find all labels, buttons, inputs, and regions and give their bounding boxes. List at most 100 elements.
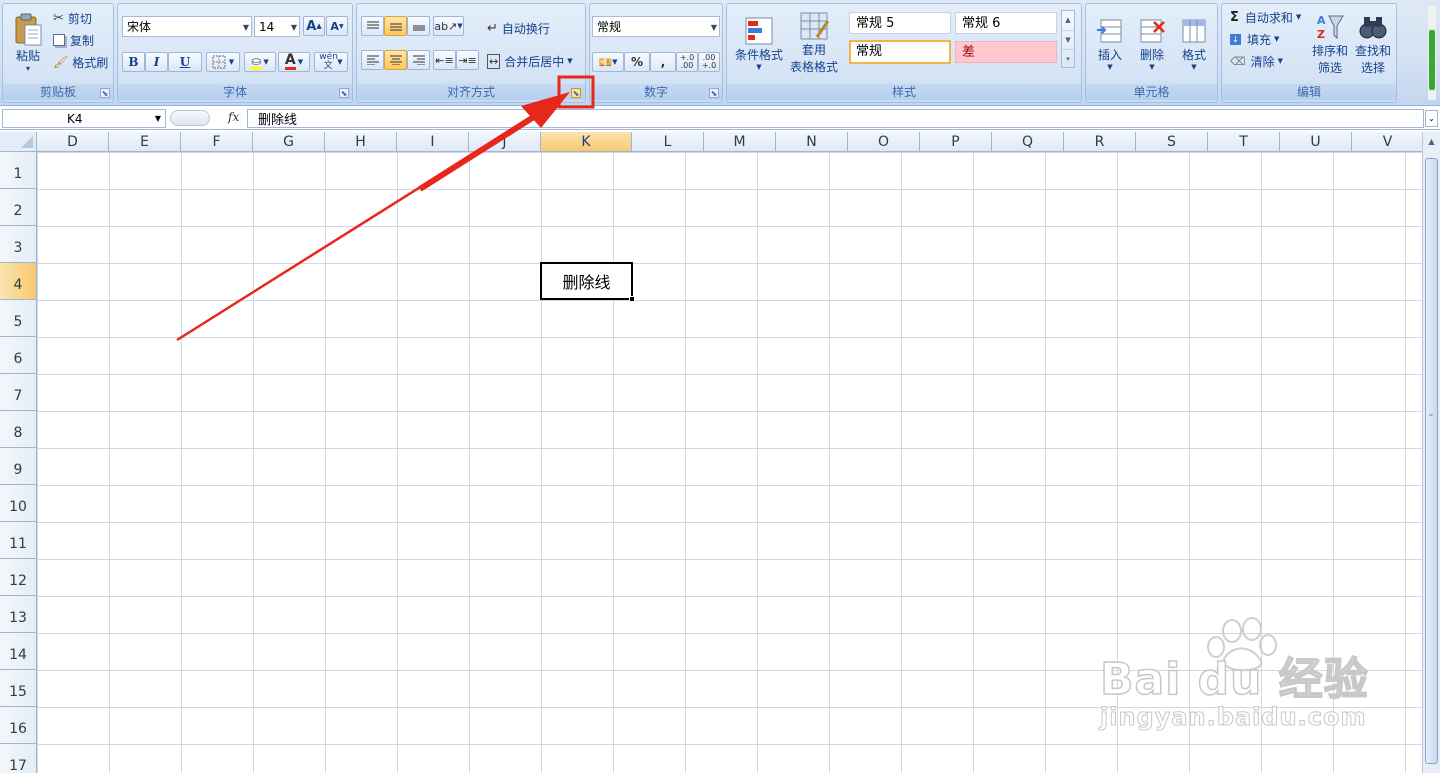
formula-expand-icon[interactable]: ⌄ bbox=[1425, 110, 1438, 127]
conditional-format-button[interactable]: 条件格式 ▼ bbox=[731, 8, 787, 78]
align-middle-button[interactable] bbox=[384, 16, 407, 36]
comma-button[interactable]: , bbox=[650, 52, 676, 72]
row-header-13[interactable]: 13 bbox=[0, 596, 37, 633]
scrollbar-thumb[interactable]: ═ bbox=[1425, 158, 1438, 764]
format-painter-button[interactable]: 🖌 格式刷 bbox=[53, 53, 108, 71]
row-header-4[interactable]: 4 bbox=[0, 263, 37, 300]
column-header-u[interactable]: U bbox=[1280, 132, 1352, 152]
column-header-d[interactable]: D bbox=[37, 132, 109, 152]
name-box[interactable]: K4 ▼ bbox=[2, 109, 166, 128]
chevron-down-icon[interactable]: ▼ bbox=[155, 114, 161, 123]
column-header-l[interactable]: L bbox=[632, 132, 704, 152]
format-as-table-button[interactable]: 套用 表格格式 bbox=[783, 8, 845, 78]
row-header-9[interactable]: 9 bbox=[0, 448, 37, 485]
style-bad[interactable]: 差 bbox=[955, 41, 1057, 63]
fill-button[interactable]: ↓ 填充 ▼ bbox=[1230, 30, 1279, 48]
decrease-decimal-button[interactable]: .00 +.0 bbox=[698, 52, 720, 72]
column-header-f[interactable]: F bbox=[181, 132, 253, 152]
column-header-i[interactable]: I bbox=[397, 132, 469, 152]
column-header-o[interactable]: O bbox=[848, 132, 920, 152]
font-dialog-launcher[interactable]: ⬊ bbox=[339, 88, 349, 98]
autosum-button[interactable]: Σ 自动求和 ▼ bbox=[1230, 8, 1301, 26]
font-color-button[interactable]: A ▼ bbox=[278, 52, 310, 72]
phonetic-button[interactable]: wén 文 ▼ bbox=[314, 52, 348, 72]
styles-gallery-scroll[interactable]: ▲ ▼ ▾ bbox=[1061, 10, 1075, 68]
row-header-16[interactable]: 16 bbox=[0, 707, 37, 744]
gallery-expand-icon[interactable]: ▾ bbox=[1062, 49, 1074, 67]
decrease-indent-button[interactable]: ⇤≡ bbox=[433, 50, 456, 70]
column-header-h[interactable]: H bbox=[325, 132, 397, 152]
scroll-down-icon[interactable]: ▼ bbox=[1062, 30, 1074, 49]
underline-button[interactable]: U bbox=[168, 52, 202, 72]
accounting-format-button[interactable]: 💴 ▼ bbox=[592, 52, 624, 72]
fill-color-button[interactable]: ⛀ ▼ bbox=[244, 52, 276, 72]
wrap-text-button[interactable]: ↵ 自动换行 bbox=[487, 18, 550, 38]
cut-button[interactable]: ✂ 剪切 bbox=[53, 9, 92, 27]
paste-button[interactable]: 粘贴 ▾ bbox=[9, 8, 47, 78]
column-header-s[interactable]: S bbox=[1136, 132, 1208, 152]
column-header-m[interactable]: M bbox=[704, 132, 776, 152]
number-format-select[interactable]: 常规 ▼ bbox=[592, 16, 720, 37]
alignment-dialog-launcher[interactable]: ⬊ bbox=[571, 88, 581, 98]
column-header-t[interactable]: T bbox=[1208, 132, 1280, 152]
align-right-button[interactable] bbox=[407, 50, 430, 70]
bold-button[interactable]: B bbox=[122, 52, 145, 72]
formula-expand-handle[interactable] bbox=[170, 110, 210, 126]
font-size-select[interactable]: 14 ▼ bbox=[254, 16, 300, 37]
row-header-11[interactable]: 11 bbox=[0, 522, 37, 559]
column-header-e[interactable]: E bbox=[109, 132, 181, 152]
scroll-up-icon[interactable]: ▲ bbox=[1424, 134, 1439, 150]
column-header-j[interactable]: J bbox=[469, 132, 541, 152]
fill-handle[interactable] bbox=[629, 296, 635, 302]
number-dialog-launcher[interactable]: ⬊ bbox=[709, 88, 719, 98]
borders-button[interactable]: ▼ bbox=[206, 52, 240, 72]
merge-center-button[interactable]: ↔ 合并后居中 ▼ bbox=[487, 51, 573, 71]
row-header-17[interactable]: 17 bbox=[0, 744, 37, 773]
row-header-5[interactable]: 5 bbox=[0, 300, 37, 337]
row-header-10[interactable]: 10 bbox=[0, 485, 37, 522]
column-header-r[interactable]: R bbox=[1064, 132, 1136, 152]
row-header-6[interactable]: 6 bbox=[0, 337, 37, 374]
style-normal-6[interactable]: 常规 6 bbox=[955, 12, 1057, 34]
italic-button[interactable]: I bbox=[145, 52, 168, 72]
row-header-2[interactable]: 2 bbox=[0, 189, 37, 226]
row-header-3[interactable]: 3 bbox=[0, 226, 37, 263]
font-name-select[interactable]: 宋体 ▼ bbox=[122, 16, 252, 37]
fx-icon[interactable]: fx bbox=[228, 110, 239, 124]
find-select-button[interactable]: 查找和 选择 bbox=[1352, 8, 1394, 80]
align-top-button[interactable] bbox=[361, 16, 384, 36]
column-header-g[interactable]: G bbox=[253, 132, 325, 152]
clear-button[interactable]: ⌫ 清除 ▼ bbox=[1230, 52, 1283, 70]
formula-input[interactable]: 删除线 bbox=[247, 109, 1424, 128]
row-header-8[interactable]: 8 bbox=[0, 411, 37, 448]
format-cells-button[interactable]: 格式 ▼ bbox=[1174, 8, 1214, 78]
cell-grid[interactable] bbox=[37, 152, 1422, 773]
row-header-7[interactable]: 7 bbox=[0, 374, 37, 411]
row-header-12[interactable]: 12 bbox=[0, 559, 37, 596]
percent-button[interactable]: % bbox=[624, 52, 650, 72]
align-center-button[interactable] bbox=[384, 50, 407, 70]
grow-font-button[interactable]: A ▲ bbox=[303, 16, 325, 36]
select-all-corner[interactable] bbox=[0, 132, 37, 152]
style-normal[interactable]: 常规 bbox=[849, 40, 951, 64]
column-header-n[interactable]: N bbox=[776, 132, 848, 152]
insert-button[interactable]: 插入 ▼ bbox=[1090, 8, 1130, 78]
row-header-14[interactable]: 14 bbox=[0, 633, 37, 670]
column-header-p[interactable]: P bbox=[920, 132, 992, 152]
row-header-15[interactable]: 15 bbox=[0, 670, 37, 707]
style-normal-5[interactable]: 常规 5 bbox=[849, 12, 951, 34]
row-header-1[interactable]: 1 bbox=[0, 152, 37, 189]
column-header-k[interactable]: K bbox=[541, 132, 632, 152]
orientation-button[interactable]: ab↗ ▼ bbox=[433, 16, 464, 36]
column-header-q[interactable]: Q bbox=[992, 132, 1064, 152]
clipboard-dialog-launcher[interactable]: ⬊ bbox=[100, 88, 110, 98]
delete-button[interactable]: 删除 ▼ bbox=[1132, 8, 1172, 78]
column-header-v[interactable]: V bbox=[1352, 132, 1422, 152]
active-cell-k4[interactable]: 删除线 bbox=[540, 262, 633, 300]
increase-indent-button[interactable]: ⇥≡ bbox=[456, 50, 479, 70]
sort-filter-button[interactable]: AZ 排序和 筛选 bbox=[1310, 8, 1350, 80]
scroll-up-icon[interactable]: ▲ bbox=[1062, 11, 1074, 30]
align-bottom-button[interactable] bbox=[407, 16, 430, 36]
vertical-scrollbar[interactable]: ▲ ═ bbox=[1422, 132, 1440, 773]
shrink-font-button[interactable]: A ▼ bbox=[326, 16, 348, 36]
